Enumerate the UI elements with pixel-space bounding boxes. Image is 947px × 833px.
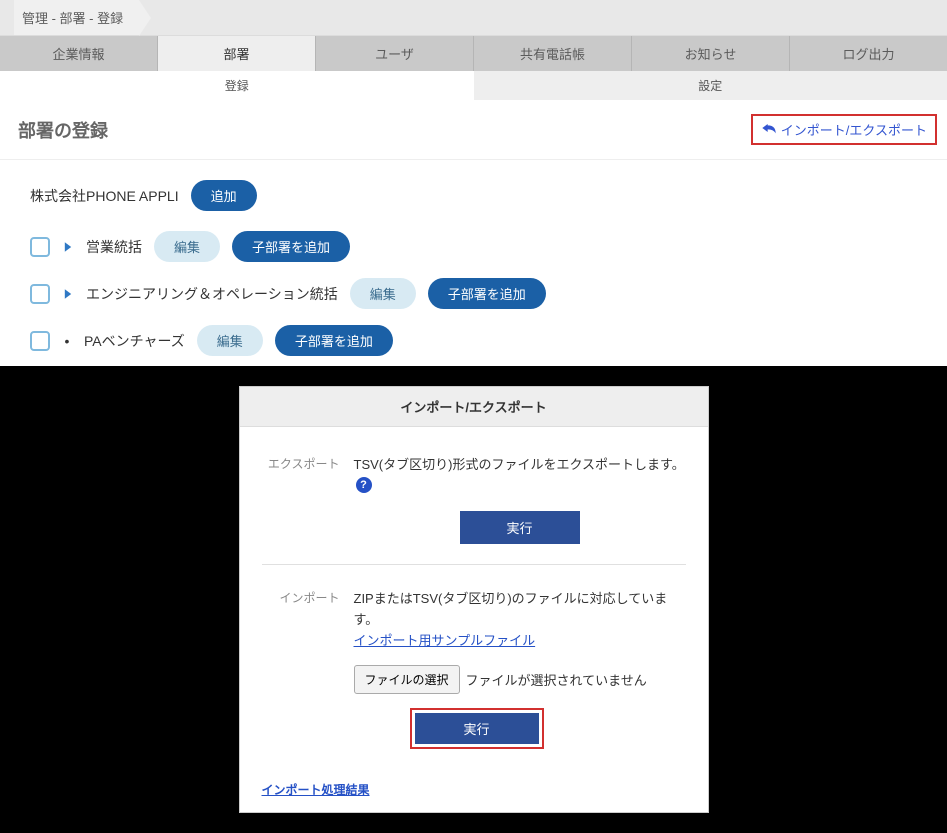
department-row: エンジニアリング＆オペレーション統括 編集 子部署を追加 bbox=[30, 278, 947, 309]
breadcrumb: 管理 - 部署 - 登録 bbox=[14, 0, 139, 35]
department-edit-button[interactable]: 編集 bbox=[350, 278, 416, 309]
chevron-right-icon[interactable] bbox=[62, 241, 74, 253]
tab-notices[interactable]: お知らせ bbox=[632, 36, 790, 71]
department-name: エンジニアリング＆オペレーション統括 bbox=[86, 284, 338, 304]
department-checkbox[interactable] bbox=[30, 237, 50, 257]
import-description: ZIPまたはTSV(タブ区切り)のファイルに対応しています。 bbox=[354, 589, 686, 631]
modal-title: インポート/エクスポート bbox=[240, 387, 708, 427]
export-section: エクスポート TSV(タブ区切り)形式のファイルをエクスポートします。 ? 実行 bbox=[262, 455, 686, 564]
tab-department[interactable]: 部署 bbox=[158, 36, 316, 71]
import-sample-file-link[interactable]: インポート用サンプルファイル bbox=[354, 633, 536, 648]
main-tabs: 企業情報 部署 ユーザ 共有電話帳 お知らせ ログ出力 bbox=[0, 36, 947, 71]
import-execute-button[interactable]: 実行 bbox=[410, 708, 544, 749]
page-title: 部署の登録 bbox=[18, 117, 108, 143]
file-select-status: ファイルが選択されていません bbox=[466, 670, 647, 689]
tab-user[interactable]: ユーザ bbox=[316, 36, 474, 71]
export-label: エクスポート bbox=[262, 455, 340, 544]
tab-company-info[interactable]: 企業情報 bbox=[0, 36, 158, 71]
department-add-child-button[interactable]: 子部署を追加 bbox=[232, 231, 350, 262]
subtab-register[interactable]: 登録 bbox=[0, 71, 474, 100]
import-result-link[interactable]: インポート処理結果 bbox=[240, 781, 708, 812]
chevron-right-icon[interactable] bbox=[62, 288, 74, 300]
file-select-button[interactable]: ファイルの選択 bbox=[354, 665, 460, 694]
company-name: 株式会社PHONE APPLI bbox=[30, 186, 179, 206]
import-execute-button-label: 実行 bbox=[415, 713, 539, 744]
company-row: 株式会社PHONE APPLI 追加 bbox=[30, 180, 947, 211]
bullet-icon: • bbox=[62, 333, 72, 349]
department-row: 営業統括 編集 子部署を追加 bbox=[30, 231, 947, 262]
department-edit-button[interactable]: 編集 bbox=[154, 231, 220, 262]
department-name: 営業統括 bbox=[86, 237, 142, 257]
help-icon[interactable]: ? bbox=[356, 477, 372, 493]
department-checkbox[interactable] bbox=[30, 331, 50, 351]
tab-shared-phonebook[interactable]: 共有電話帳 bbox=[474, 36, 632, 71]
import-export-link-label: インポート/エクスポート bbox=[781, 120, 927, 139]
export-description: TSV(タブ区切り)形式のファイルをエクスポートします。 bbox=[354, 457, 685, 472]
sub-tabs: 登録 設定 bbox=[0, 71, 947, 100]
import-export-modal: インポート/エクスポート エクスポート TSV(タブ区切り)形式のファイルをエク… bbox=[239, 386, 709, 813]
department-add-child-button[interactable]: 子部署を追加 bbox=[428, 278, 546, 309]
subtab-settings[interactable]: 設定 bbox=[474, 71, 947, 100]
company-add-button[interactable]: 追加 bbox=[191, 180, 257, 211]
import-section: インポート ZIPまたはTSV(タブ区切り)のファイルに対応しています。 インポ… bbox=[262, 564, 686, 770]
department-row: • PAベンチャーズ 編集 子部署を追加 bbox=[30, 325, 947, 356]
breadcrumb-bar: 管理 - 部署 - 登録 bbox=[0, 0, 947, 36]
department-checkbox[interactable] bbox=[30, 284, 50, 304]
import-label: インポート bbox=[262, 589, 340, 750]
reply-arrow-icon bbox=[761, 121, 777, 138]
export-execute-button[interactable]: 実行 bbox=[460, 511, 580, 544]
department-add-child-button[interactable]: 子部署を追加 bbox=[275, 325, 393, 356]
import-export-link[interactable]: インポート/エクスポート bbox=[751, 114, 937, 145]
department-name: PAベンチャーズ bbox=[84, 331, 185, 351]
tab-log-output[interactable]: ログ出力 bbox=[790, 36, 947, 71]
department-edit-button[interactable]: 編集 bbox=[197, 325, 263, 356]
